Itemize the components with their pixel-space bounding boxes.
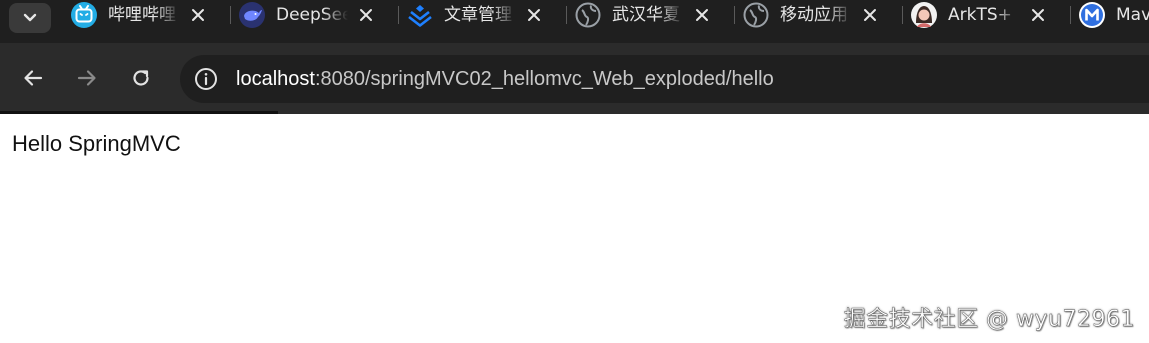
close-icon[interactable] <box>356 5 376 25</box>
page-content: Hello SpringMVC 掘金技术社区 @ wyu72961 <box>0 114 1149 343</box>
watermark-text: 掘金技术社区 @ wyu72961 <box>843 307 1135 332</box>
address-bar[interactable]: localhost:8080/springMVC02_hellomvc_Web_… <box>180 55 1149 103</box>
browser-tab[interactable]: DeepSeek <box>230 0 408 30</box>
forward-button[interactable] <box>70 61 104 95</box>
globe-icon <box>574 1 602 29</box>
browser-tab[interactable]: Maven <box>1070 0 1149 30</box>
url-host: localhost <box>236 68 315 90</box>
tab-title: DeepSeek <box>276 5 348 25</box>
m-logo-icon <box>1078 1 1106 29</box>
browser-tab[interactable]: 文章管理 <box>398 0 576 30</box>
tab-separator <box>1070 6 1071 24</box>
avatar-icon <box>910 1 938 29</box>
tab-strip: 哔哩哔哩 DeepSeek 文章管理 <box>0 0 1149 43</box>
reload-icon <box>133 70 149 86</box>
tab-title: Maven <box>1116 5 1149 25</box>
browser-tab[interactable]: 哔哩哔哩 <box>70 0 240 30</box>
site-info-icon[interactable] <box>194 67 218 91</box>
deepseek-whale-icon <box>238 1 266 29</box>
reload-button[interactable] <box>124 61 158 95</box>
close-icon[interactable] <box>1028 5 1048 25</box>
back-arrow-icon <box>24 70 43 86</box>
juejin-icon <box>406 1 434 29</box>
tab-separator <box>902 6 903 24</box>
tab-search-button[interactable] <box>9 3 51 33</box>
url-path: :8080/springMVC02_hellomvc_Web_exploded/… <box>314 68 774 90</box>
tab-separator <box>566 6 567 24</box>
tab-title: 文章管理 <box>444 5 512 25</box>
close-icon[interactable] <box>692 5 712 25</box>
tab-title: 武汉华夏 <box>612 5 680 25</box>
close-icon[interactable] <box>524 5 544 25</box>
tab-title: 哔哩哔哩 <box>108 5 176 25</box>
page-body-text: Hello SpringMVC <box>12 131 181 156</box>
tab-title: ArkTS+ <box>948 5 1012 25</box>
close-icon[interactable] <box>860 5 880 25</box>
tab-separator <box>398 6 399 24</box>
url-text[interactable]: localhost:8080/springMVC02_hellomvc_Web_… <box>236 55 774 103</box>
bilibili-icon <box>70 1 98 29</box>
globe-icon <box>742 1 770 29</box>
tab-separator <box>230 6 231 24</box>
back-button[interactable] <box>16 61 50 95</box>
browser-tab[interactable]: 移动应用 <box>734 0 912 30</box>
chevron-down-icon <box>23 13 37 22</box>
forward-arrow-icon <box>77 70 96 86</box>
tab-title: 移动应用 <box>780 5 848 25</box>
browser-tab[interactable]: 武汉华夏 <box>566 0 744 30</box>
tab-separator <box>734 6 735 24</box>
browser-toolbar: localhost:8080/springMVC02_hellomvc_Web_… <box>0 43 1149 114</box>
close-icon[interactable] <box>188 5 208 25</box>
browser-tab[interactable]: ArkTS+ <box>902 0 1080 30</box>
